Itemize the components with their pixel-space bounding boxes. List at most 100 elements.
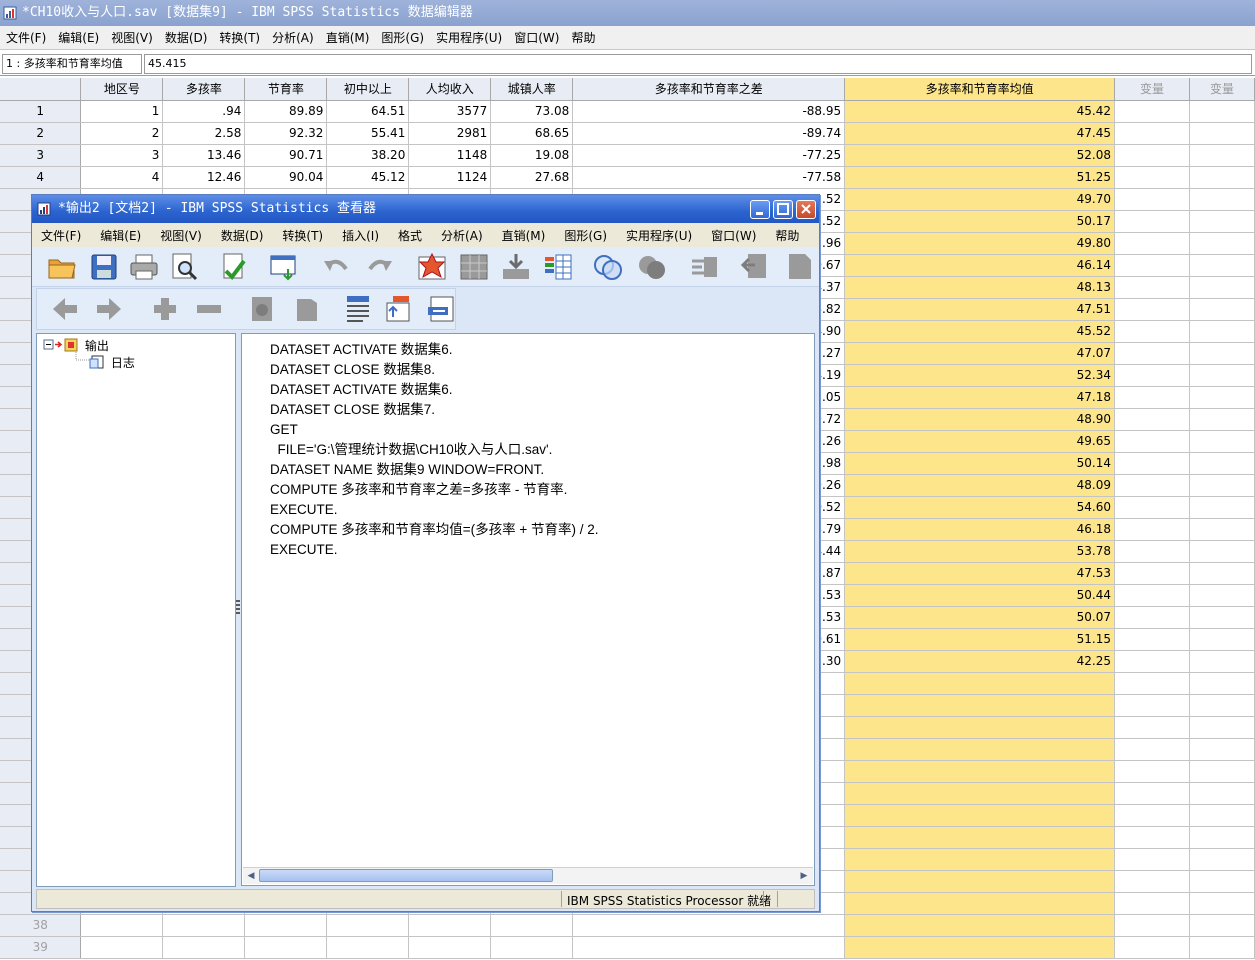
viewer-menu-item-6[interactable]: 格式 <box>394 227 426 244</box>
data-cell[interactable] <box>1189 738 1255 761</box>
data-cell[interactable] <box>1189 826 1255 849</box>
viewer-menu-item-9[interactable]: 图形(G) <box>560 227 611 244</box>
data-cell[interactable] <box>1189 584 1255 607</box>
data-cell[interactable] <box>1114 584 1190 607</box>
data-cell[interactable]: -77.58 <box>572 166 846 189</box>
column-header[interactable]: 节育率 <box>244 78 328 101</box>
data-cell[interactable] <box>1189 848 1255 871</box>
data-cell[interactable]: 2981 <box>408 122 492 145</box>
data-cell[interactable]: 51.25 <box>844 166 1116 189</box>
main-menu-item-5[interactable]: 分析(A) <box>268 29 318 46</box>
syntax-log[interactable]: DATASET ACTIVATE 数据集6. DATASET CLOSE 数据集8… <box>270 340 599 560</box>
viewer-menu-item-11[interactable]: 窗口(W) <box>707 227 760 244</box>
data-cell[interactable] <box>1189 672 1255 695</box>
data-cell[interactable] <box>1114 870 1190 893</box>
grid-corner[interactable] <box>0 78 82 101</box>
data-cell[interactable] <box>1189 760 1255 783</box>
data-cell[interactable] <box>1189 936 1255 959</box>
column-header[interactable]: 变量 <box>1114 78 1190 101</box>
data-cell[interactable] <box>1189 188 1255 211</box>
data-cell[interactable] <box>1114 738 1190 761</box>
data-cell[interactable]: 50.17 <box>844 210 1116 233</box>
data-cell[interactable] <box>1189 100 1255 123</box>
scroll-left-icon[interactable]: ◀ <box>244 869 258 883</box>
horizontal-scrollbar[interactable]: ◀ ▶ <box>243 867 813 884</box>
data-cell[interactable] <box>490 936 574 959</box>
data-cell[interactable] <box>1114 188 1190 211</box>
data-cell[interactable] <box>844 760 1116 783</box>
data-cell[interactable] <box>1189 430 1255 453</box>
data-cell[interactable]: 13.46 <box>162 144 246 167</box>
column-header[interactable]: 多孩率和节育率均值 <box>844 78 1116 101</box>
maximize-button[interactable] <box>773 200 793 219</box>
row-number[interactable]: 38 <box>0 914 82 937</box>
viewer-menu-item-8[interactable]: 直销(M) <box>498 227 550 244</box>
data-cell[interactable] <box>844 870 1116 893</box>
data-cell[interactable] <box>1114 694 1190 717</box>
data-cell[interactable] <box>244 914 328 937</box>
data-cell[interactable] <box>1189 518 1255 541</box>
data-cell[interactable]: 27.68 <box>490 166 574 189</box>
data-cell[interactable] <box>1189 386 1255 409</box>
viewer-menu-item-1[interactable]: 编辑(E) <box>96 227 145 244</box>
viewer-menu-item-10[interactable]: 实用程序(U) <box>622 227 696 244</box>
data-cell[interactable] <box>844 936 1116 959</box>
column-header[interactable]: 城镇人率 <box>490 78 574 101</box>
data-cell[interactable] <box>844 848 1116 871</box>
data-cell[interactable] <box>1189 144 1255 167</box>
document-icon[interactable] <box>784 251 816 283</box>
data-cell[interactable]: 3 <box>80 144 164 167</box>
data-cell[interactable] <box>1189 870 1255 893</box>
data-cell[interactable]: 50.14 <box>844 452 1116 475</box>
data-cell[interactable]: 47.53 <box>844 562 1116 585</box>
main-menu-item-4[interactable]: 转换(T) <box>215 29 264 46</box>
data-cell[interactable]: 49.65 <box>844 430 1116 453</box>
data-cell[interactable]: -89.74 <box>572 122 846 145</box>
data-cell[interactable] <box>1189 364 1255 387</box>
data-cell[interactable] <box>1189 408 1255 431</box>
print-preview-icon[interactable] <box>168 251 200 283</box>
insert-cases-icon[interactable] <box>500 251 532 283</box>
collapse-minus-icon[interactable] <box>193 293 225 325</box>
viewer-menu-item-2[interactable]: 视图(V) <box>156 227 206 244</box>
data-cell[interactable] <box>1114 474 1190 497</box>
data-cell[interactable] <box>1114 496 1190 519</box>
data-cell[interactable]: 2.58 <box>162 122 246 145</box>
data-cell[interactable] <box>408 936 492 959</box>
data-cell[interactable] <box>1189 496 1255 519</box>
print-icon[interactable] <box>128 251 160 283</box>
row-number[interactable]: 3 <box>0 144 82 167</box>
data-cell[interactable]: 47.51 <box>844 298 1116 321</box>
data-cell[interactable] <box>1114 628 1190 651</box>
column-header[interactable]: 变量 <box>1189 78 1255 101</box>
data-cell[interactable]: 12.46 <box>162 166 246 189</box>
open-folder-icon[interactable] <box>46 251 78 283</box>
row-number[interactable]: 4 <box>0 166 82 189</box>
data-cell[interactable]: 46.18 <box>844 518 1116 541</box>
data-cell[interactable]: 45.42 <box>844 100 1116 123</box>
scroll-right-icon[interactable]: ▶ <box>797 869 811 883</box>
data-cell[interactable] <box>572 914 846 937</box>
data-cell[interactable] <box>1189 606 1255 629</box>
data-cell[interactable] <box>1189 122 1255 145</box>
data-cell[interactable] <box>326 936 410 959</box>
data-cell[interactable]: 48.13 <box>844 276 1116 299</box>
data-cell[interactable]: 1124 <box>408 166 492 189</box>
data-cell[interactable] <box>1189 914 1255 937</box>
data-cell[interactable]: 48.90 <box>844 408 1116 431</box>
data-cell[interactable]: 42.25 <box>844 650 1116 673</box>
viewer-menu-item-0[interactable]: 文件(F) <box>37 227 85 244</box>
data-cell[interactable] <box>1189 804 1255 827</box>
data-cell[interactable]: -88.95 <box>572 100 846 123</box>
undo-icon[interactable] <box>320 251 352 283</box>
pane-splitter[interactable] <box>236 600 240 614</box>
data-cell[interactable] <box>1189 782 1255 805</box>
main-menu-item-2[interactable]: 视图(V) <box>107 29 157 46</box>
data-cell[interactable] <box>1114 848 1190 871</box>
data-cell[interactable]: 47.18 <box>844 386 1116 409</box>
data-cell[interactable]: 45.12 <box>326 166 410 189</box>
data-cell[interactable] <box>1114 364 1190 387</box>
data-cell[interactable]: 4 <box>80 166 164 189</box>
minimize-button[interactable] <box>750 200 770 219</box>
data-cell[interactable] <box>844 914 1116 937</box>
